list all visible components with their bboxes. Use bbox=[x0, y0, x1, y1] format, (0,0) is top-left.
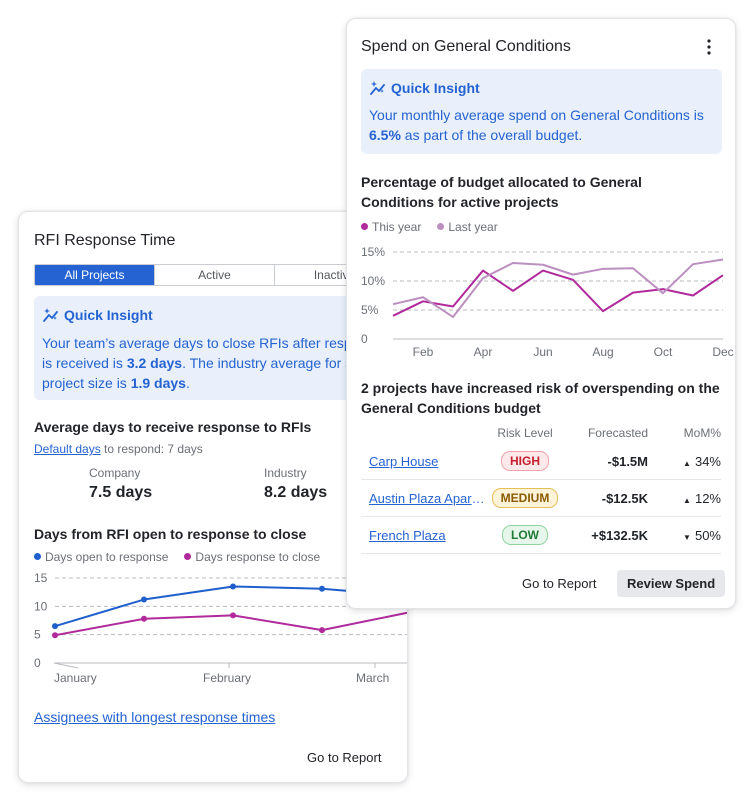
table-row: Carp House HIGH -$1.5M ▲ 34% bbox=[361, 443, 721, 480]
x-tick-label: Jun bbox=[533, 345, 552, 359]
quick-insight-panel: Quick Insight Your monthly average spend… bbox=[361, 69, 722, 154]
data-point bbox=[230, 583, 236, 590]
card-title: RFI Response Time bbox=[34, 232, 176, 249]
monthly-average-value: 6.5% bbox=[369, 127, 401, 143]
legend-item-days-response: Days response to close bbox=[184, 550, 320, 564]
mom-value: ▲ 12% bbox=[683, 490, 721, 506]
col-header-risk: Risk Level bbox=[497, 426, 553, 440]
y-tick-label: 0 bbox=[361, 332, 368, 346]
avg-days-heading: Average days to receive response to RFIs bbox=[34, 419, 312, 435]
x-tick bbox=[53, 662, 79, 669]
assignees-link[interactable]: Assignees with longest response times bbox=[34, 709, 275, 725]
legend-item-this-year: This year bbox=[361, 220, 421, 234]
project-link[interactable]: Carp House bbox=[369, 454, 438, 469]
data-point bbox=[52, 623, 58, 630]
y-tick-label: 15% bbox=[361, 245, 385, 259]
x-tick-label: March bbox=[356, 671, 389, 685]
legend-dot bbox=[184, 553, 192, 560]
quick-insight-heading: Quick Insight bbox=[369, 79, 480, 97]
go-to-report-button[interactable]: Go to Report bbox=[307, 750, 381, 765]
quick-insight-text: Your monthly average spend on General Co… bbox=[369, 107, 704, 143]
forecast-value: +$132.5K bbox=[591, 527, 648, 543]
y-tick-label: 10% bbox=[361, 274, 385, 288]
spend-chart-heading: Percentage of budget allocated to Genera… bbox=[361, 174, 642, 210]
industry-value: 8.2 days bbox=[264, 484, 328, 501]
default-days-row: Default days to respond: 7 days bbox=[34, 442, 203, 456]
x-tick-label: February bbox=[203, 671, 251, 685]
data-point bbox=[52, 632, 58, 639]
forecast-value: -$1.5M bbox=[607, 453, 648, 469]
project-filter-tabs: All Projects Active Inactive bbox=[34, 264, 396, 286]
forecast-value: -$12.5K bbox=[601, 490, 648, 506]
legend-item-days-open: Days open to response bbox=[34, 550, 168, 564]
risk-table-header: Risk Level Forecasted MoM% bbox=[361, 423, 721, 443]
caret-down-icon: ▼ bbox=[683, 532, 691, 542]
spend-line-chart: 0 5% 10% 15% Feb Apr Jun Aug Oct Dec bbox=[361, 245, 734, 359]
company-stat: Company 7.5 days bbox=[89, 466, 152, 502]
review-spend-button[interactable]: Review Spend bbox=[617, 570, 726, 597]
data-point bbox=[141, 596, 147, 603]
table-row: Austin Plaza Apartments MEDIUM -$12.5K ▲… bbox=[361, 480, 721, 517]
caret-up-icon: ▲ bbox=[683, 458, 691, 468]
company-label: Company bbox=[89, 466, 141, 480]
project-link[interactable]: Austin Plaza Apartments bbox=[369, 491, 486, 506]
data-point bbox=[230, 612, 236, 619]
industry-stat: Industry 8.2 days bbox=[264, 466, 327, 502]
sparkle-chart-icon bbox=[370, 81, 385, 95]
legend-dot bbox=[437, 223, 445, 230]
x-tick-label: Feb bbox=[413, 345, 434, 359]
card-title: Spend on General Conditions bbox=[361, 38, 571, 55]
quick-insight-heading: Quick Insight bbox=[42, 306, 153, 324]
y-tick-label: 5 bbox=[34, 628, 41, 642]
risk-heading: 2 projects have increased risk of oversp… bbox=[361, 380, 720, 416]
risk-badge: HIGH bbox=[501, 451, 549, 471]
quick-insight-label: Quick Insight bbox=[391, 80, 480, 96]
tab-all-projects[interactable]: All Projects bbox=[35, 265, 155, 285]
data-point bbox=[319, 627, 325, 634]
default-days-link[interactable]: Default days bbox=[34, 442, 101, 456]
x-tick-label: Oct bbox=[654, 345, 673, 359]
data-point bbox=[319, 585, 325, 592]
sparkle-chart-icon bbox=[43, 308, 58, 322]
risk-badge: MEDIUM bbox=[491, 488, 559, 508]
industry-label: Industry bbox=[264, 466, 307, 480]
table-row: French Plaza LOW +$132.5K ▼ 50% bbox=[361, 517, 721, 554]
risk-badge: LOW bbox=[502, 525, 548, 545]
legend-item-last-year: Last year bbox=[437, 220, 498, 234]
legend-dot bbox=[361, 223, 368, 230]
project-link[interactable]: French Plaza bbox=[369, 528, 446, 543]
tab-active[interactable]: Active bbox=[155, 265, 275, 285]
x-tick-label: Aug bbox=[592, 345, 613, 359]
spend-chart-legend: This year Last year bbox=[361, 220, 498, 234]
quick-insight-text: Your team’s average days to close RFIs a… bbox=[42, 335, 386, 391]
y-tick-label: 10 bbox=[34, 599, 48, 613]
y-tick-label: 15 bbox=[34, 571, 48, 585]
x-tick-label: January bbox=[54, 671, 97, 685]
more-vertical-icon[interactable] bbox=[701, 37, 717, 57]
col-header-mom: MoM% bbox=[683, 426, 721, 440]
series-line-2 bbox=[392, 258, 724, 318]
risk-table: Risk Level Forecasted MoM% Carp House HI… bbox=[361, 423, 721, 554]
rfi-chart-legend: Days open to response Days response to c… bbox=[34, 550, 320, 564]
rfi-chart-heading: Days from RFI open to response to close bbox=[34, 526, 307, 542]
legend-dot bbox=[34, 553, 41, 560]
go-to-report-button[interactable]: Go to Report bbox=[522, 576, 596, 591]
quick-insight-panel: Quick Insight Your team’s average days t… bbox=[34, 296, 394, 400]
caret-up-icon: ▲ bbox=[683, 495, 691, 505]
respond-text: to respond: 7 days bbox=[100, 442, 203, 456]
mom-value: ▼ 50% bbox=[683, 527, 721, 543]
x-tick-label: Apr bbox=[474, 345, 493, 359]
y-tick-label: 5% bbox=[361, 303, 379, 317]
y-tick-label: 0 bbox=[34, 656, 41, 670]
spend-general-conditions-card: Spend on General Conditions Quick Insigh… bbox=[346, 18, 736, 609]
mom-value: ▲ 34% bbox=[683, 453, 721, 469]
company-value: 7.5 days bbox=[89, 484, 153, 501]
x-tick-label: Dec bbox=[712, 345, 733, 359]
data-point bbox=[141, 615, 147, 622]
col-header-forecasted: Forecasted bbox=[587, 426, 648, 440]
industry-average-value: 1.9 days bbox=[130, 375, 186, 391]
team-average-value: 3.2 days bbox=[126, 355, 183, 371]
quick-insight-label: Quick Insight bbox=[64, 307, 153, 323]
